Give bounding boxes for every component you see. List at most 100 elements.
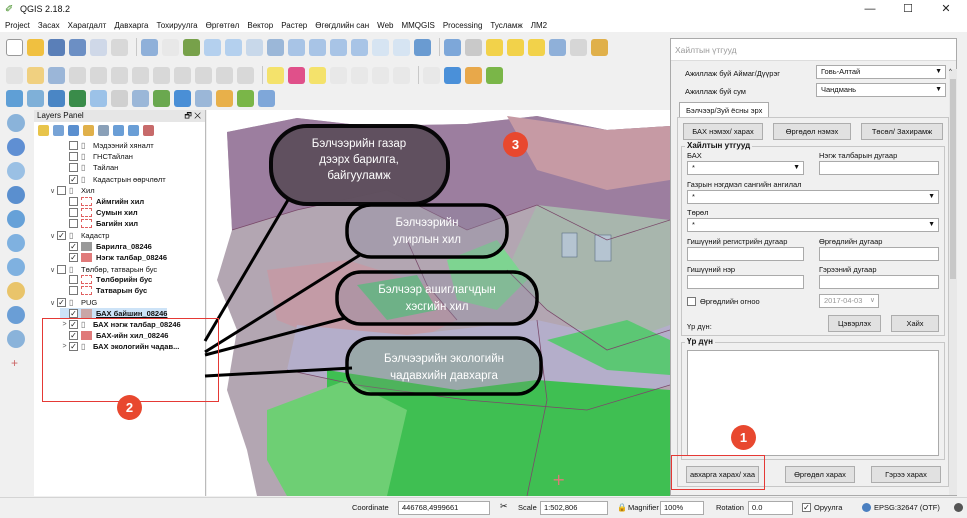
delete-selected-icon[interactable] [132,66,149,84]
change-label-icon[interactable] [393,66,410,84]
statistics-icon[interactable] [591,38,608,56]
add-postgis-icon[interactable] [48,90,65,107]
add-raster-layer-icon[interactable] [7,138,25,156]
menu-vector[interactable]: Вектор [247,21,273,30]
paste-features-icon[interactable] [195,66,212,84]
copy-features-icon[interactable] [174,66,191,84]
rotation-input[interactable]: 0.0 [748,501,793,515]
render-checkbox[interactable]: ✓ Оруулга [802,503,842,512]
zoom-in-icon[interactable] [204,38,221,56]
bah-add-view-button[interactable]: БАХ нэмэх/ харах [683,123,763,140]
bah-select[interactable]: * ▼ [687,161,804,175]
layer-visibility-checkbox[interactable]: ✓ [57,231,66,240]
add-wms-layer-icon[interactable] [7,234,25,252]
filter-legend-icon[interactable] [83,124,94,136]
expand-chevron-icon[interactable]: ∨ [48,266,57,274]
parcel-number-input[interactable] [819,161,939,175]
label-tool-icon[interactable] [267,66,284,84]
menu-raster[interactable]: Растер [281,21,307,30]
menu-lm2[interactable]: ЛМ2 [531,21,547,30]
add-virtual-layer-icon[interactable] [174,90,191,107]
heatmap-icon[interactable] [237,90,254,107]
layer-visibility-checkbox[interactable] [69,275,78,284]
expand-chevron-icon[interactable]: ∨ [48,232,57,240]
layer-visibility-checkbox[interactable] [57,186,66,195]
move-label-icon[interactable] [351,66,368,84]
aimag-select[interactable]: Говь-Алтай ▼ [816,65,946,79]
zoom-selection-icon[interactable] [288,38,305,56]
member-register-input[interactable] [687,247,804,261]
collapse-all-icon[interactable] [128,124,139,136]
save-edits-icon[interactable] [48,66,65,84]
new-shapefile-icon[interactable] [195,90,212,107]
print-composer-icon[interactable] [90,38,107,56]
add-delimited-text-icon[interactable] [153,90,170,107]
add-raster-icon[interactable] [27,90,44,107]
add-wfs-layer-icon[interactable] [7,306,25,324]
python-console-icon[interactable] [444,66,461,84]
layer-visibility-checkbox[interactable] [69,286,78,295]
redo-icon[interactable] [237,66,254,84]
layer-row[interactable]: ∨ ✓ ▯ PUG [48,297,97,308]
layer-visibility-checkbox[interactable] [69,163,78,172]
messages-icon[interactable] [954,503,963,512]
contract-view-button[interactable]: Гэрээ харах [871,466,941,483]
add-wfs-icon[interactable] [132,90,149,107]
add-virtual-layer-icon[interactable] [7,330,25,348]
add-feature-icon[interactable] [69,66,86,84]
tab-pasture-rights[interactable]: Бэлчээр/Зуй ёсны эрх [679,102,770,118]
menu-database[interactable]: Өгөгдлийн сан [315,21,369,30]
layer-row[interactable]: Сумын хил [60,207,138,218]
pan-to-selection-icon[interactable] [183,38,200,56]
field-calculator-icon[interactable] [570,38,587,56]
zoom-full-icon[interactable] [267,38,284,56]
add-wms-icon[interactable] [90,90,107,107]
maximize-button[interactable]: ☐ [893,0,923,18]
open-project-icon[interactable] [27,38,44,56]
float-icon[interactable]: 🗗 [184,111,192,120]
layer-visibility-checkbox[interactable] [69,141,78,150]
layer-visibility-checkbox[interactable]: ✓ [69,175,78,184]
menu-project[interactable]: Project [5,21,30,30]
coordinate-input[interactable]: 446768,4999661 [398,501,490,515]
layer-visibility-checkbox[interactable]: ✓ [57,298,66,307]
type-select[interactable]: * ▼ [687,218,939,232]
lock-scale-icon[interactable]: 🔒 [617,503,627,512]
layer-row[interactable]: ✓ ▯ Кадастрын өөрчлөлт [60,174,166,185]
csv-icon[interactable] [423,66,440,84]
layer-visibility-checkbox[interactable] [57,265,66,274]
layer-row[interactable]: ✓ Нэгж талбар_08246 [60,252,167,263]
application-date-picker[interactable]: 2017-04-03 ∨ [819,294,879,308]
remove-layer-icon[interactable] [143,124,154,136]
menu-web[interactable]: Web [377,21,393,30]
new-map-view-icon[interactable] [372,38,389,56]
crs-button[interactable]: EPSG:32647 (OTF) [862,503,940,512]
manage-visibility-icon[interactable] [68,124,79,136]
layer-visibility-checkbox[interactable] [69,219,78,228]
layer-row[interactable]: Татварын бус [60,285,147,296]
layer-visibility-checkbox[interactable]: ✓ [69,253,78,262]
layer-row[interactable]: Төлбөрийн бус [60,274,152,285]
select-by-value-icon[interactable] [507,38,524,56]
touch-icon[interactable] [162,38,179,56]
pan-icon[interactable] [141,38,158,56]
magnifier-input[interactable]: 100% [660,501,704,515]
add-vector-layer-icon[interactable] [7,114,25,132]
current-edits-icon[interactable] [6,66,23,84]
zoom-next-icon[interactable] [351,38,368,56]
add-spatialite-layer-icon[interactable] [7,186,25,204]
expand-chevron-icon[interactable]: ∨ [48,187,57,195]
map-canvas[interactable]: + Бэлчээрийн газар дээрх барилга, байгуу… [207,110,670,496]
filter-expression-icon[interactable] [98,124,109,136]
layer-visibility-checkbox[interactable]: ✓ [69,242,78,251]
expand-all-icon[interactable] [113,124,124,136]
add-spatialite-icon[interactable] [69,90,86,107]
add-wcs-layer-icon[interactable] [7,282,25,300]
deselect-icon[interactable] [528,38,545,56]
add-oracle-layer-icon[interactable] [7,258,25,276]
minimize-button[interactable]: — [855,0,885,18]
zoom-layer-icon[interactable] [309,38,326,56]
close-button[interactable]: ✕ [931,0,961,18]
toggle-editing-icon[interactable] [27,66,44,84]
menu-settings[interactable]: Тохируулга [156,21,197,30]
